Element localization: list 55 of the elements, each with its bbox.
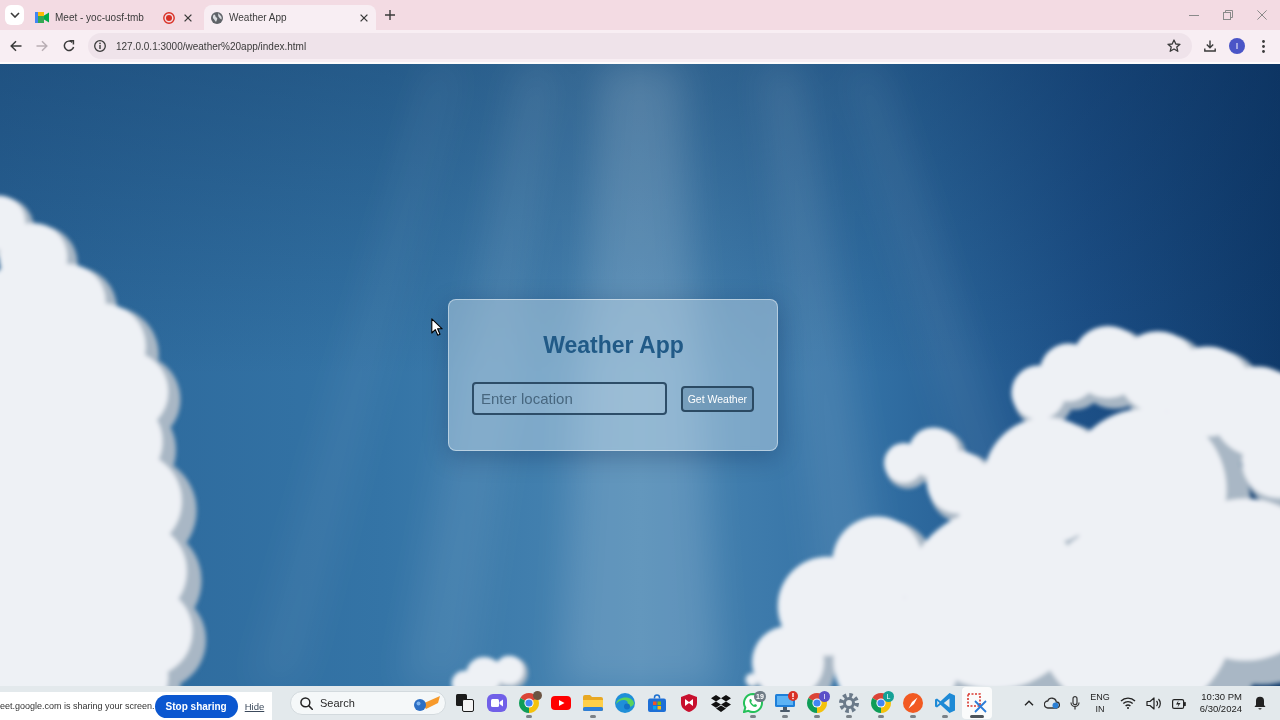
video-chat-icon[interactable] bbox=[487, 694, 507, 712]
chevron-down-icon bbox=[9, 12, 20, 18]
compass-icon[interactable] bbox=[903, 693, 923, 713]
minimize-icon[interactable] bbox=[1189, 14, 1199, 16]
share-message: eet.google.com is sharing your screen. bbox=[0, 701, 155, 711]
play-button-icon[interactable] bbox=[551, 696, 571, 710]
hide-link[interactable]: Hide bbox=[244, 700, 265, 712]
swirl-browser-icon[interactable] bbox=[615, 693, 635, 713]
url-text: 127.0.0.1:3000/weather%20app/index.html bbox=[116, 40, 308, 52]
crop-tool-icon[interactable] bbox=[967, 693, 987, 713]
language-button[interactable]: ENG IN bbox=[1090, 691, 1110, 715]
avatar-icon bbox=[533, 691, 542, 700]
store-bag-icon[interactable] bbox=[648, 694, 666, 712]
browser-icon[interactable] bbox=[519, 693, 539, 713]
clock-button[interactable]: 10:30 PM 6/30/2024 bbox=[1199, 691, 1242, 715]
wifi-icon[interactable] bbox=[1119, 697, 1136, 709]
info-icon[interactable] bbox=[94, 40, 106, 52]
taskbar-app-button[interactable] bbox=[962, 687, 992, 719]
close-icon[interactable] bbox=[360, 13, 368, 22]
alert-badge-icon bbox=[788, 691, 798, 701]
settings-icon[interactable] bbox=[839, 693, 859, 713]
code-editor-icon[interactable] bbox=[935, 693, 955, 713]
reload-icon[interactable] bbox=[63, 40, 75, 52]
location-input[interactable]: Enter location bbox=[472, 382, 667, 415]
speaker-icon[interactable] bbox=[1145, 696, 1162, 710]
video-camera-icon bbox=[35, 12, 49, 23]
globe-icon bbox=[211, 11, 223, 24]
cloud-icon[interactable] bbox=[1044, 697, 1061, 709]
menu-icon[interactable] bbox=[1262, 39, 1265, 53]
chat-bubble-icon[interactable] bbox=[743, 693, 763, 713]
app-title: Weather App bbox=[542, 331, 685, 359]
task-view-icon[interactable] bbox=[456, 694, 474, 712]
browser-tab[interactable]: Meet - yoc-uosf-tmb bbox=[28, 5, 200, 30]
back-icon[interactable] bbox=[10, 40, 22, 52]
bookmark-star-icon[interactable] bbox=[1167, 39, 1181, 53]
tab-search-button[interactable] bbox=[5, 5, 24, 25]
download-icon[interactable] bbox=[1204, 40, 1216, 52]
folder-icon[interactable] bbox=[583, 695, 603, 711]
address-bar[interactable]: 127.0.0.1:3000/weather%20app/index.html bbox=[88, 33, 1192, 59]
shield-icon[interactable] bbox=[681, 694, 697, 712]
close-icon[interactable] bbox=[184, 13, 192, 22]
mouse-pointer-icon bbox=[431, 318, 443, 336]
bell-icon[interactable] bbox=[1254, 696, 1266, 710]
diamonds-icon[interactable] bbox=[711, 694, 731, 712]
comet-icon bbox=[414, 695, 440, 711]
browser-tab[interactable]: Weather App bbox=[204, 5, 376, 30]
stop-sharing-button[interactable]: Stop sharing bbox=[154, 694, 238, 718]
search-field[interactable]: Search bbox=[290, 691, 446, 715]
chevron-up-icon[interactable] bbox=[1024, 700, 1035, 706]
new-tab-icon[interactable] bbox=[385, 10, 395, 20]
profile-avatar[interactable]: I bbox=[1229, 38, 1245, 54]
battery-icon[interactable] bbox=[1171, 697, 1186, 709]
restore-icon[interactable] bbox=[1223, 10, 1233, 20]
mic-icon[interactable] bbox=[1070, 696, 1081, 710]
search-icon bbox=[300, 697, 313, 710]
